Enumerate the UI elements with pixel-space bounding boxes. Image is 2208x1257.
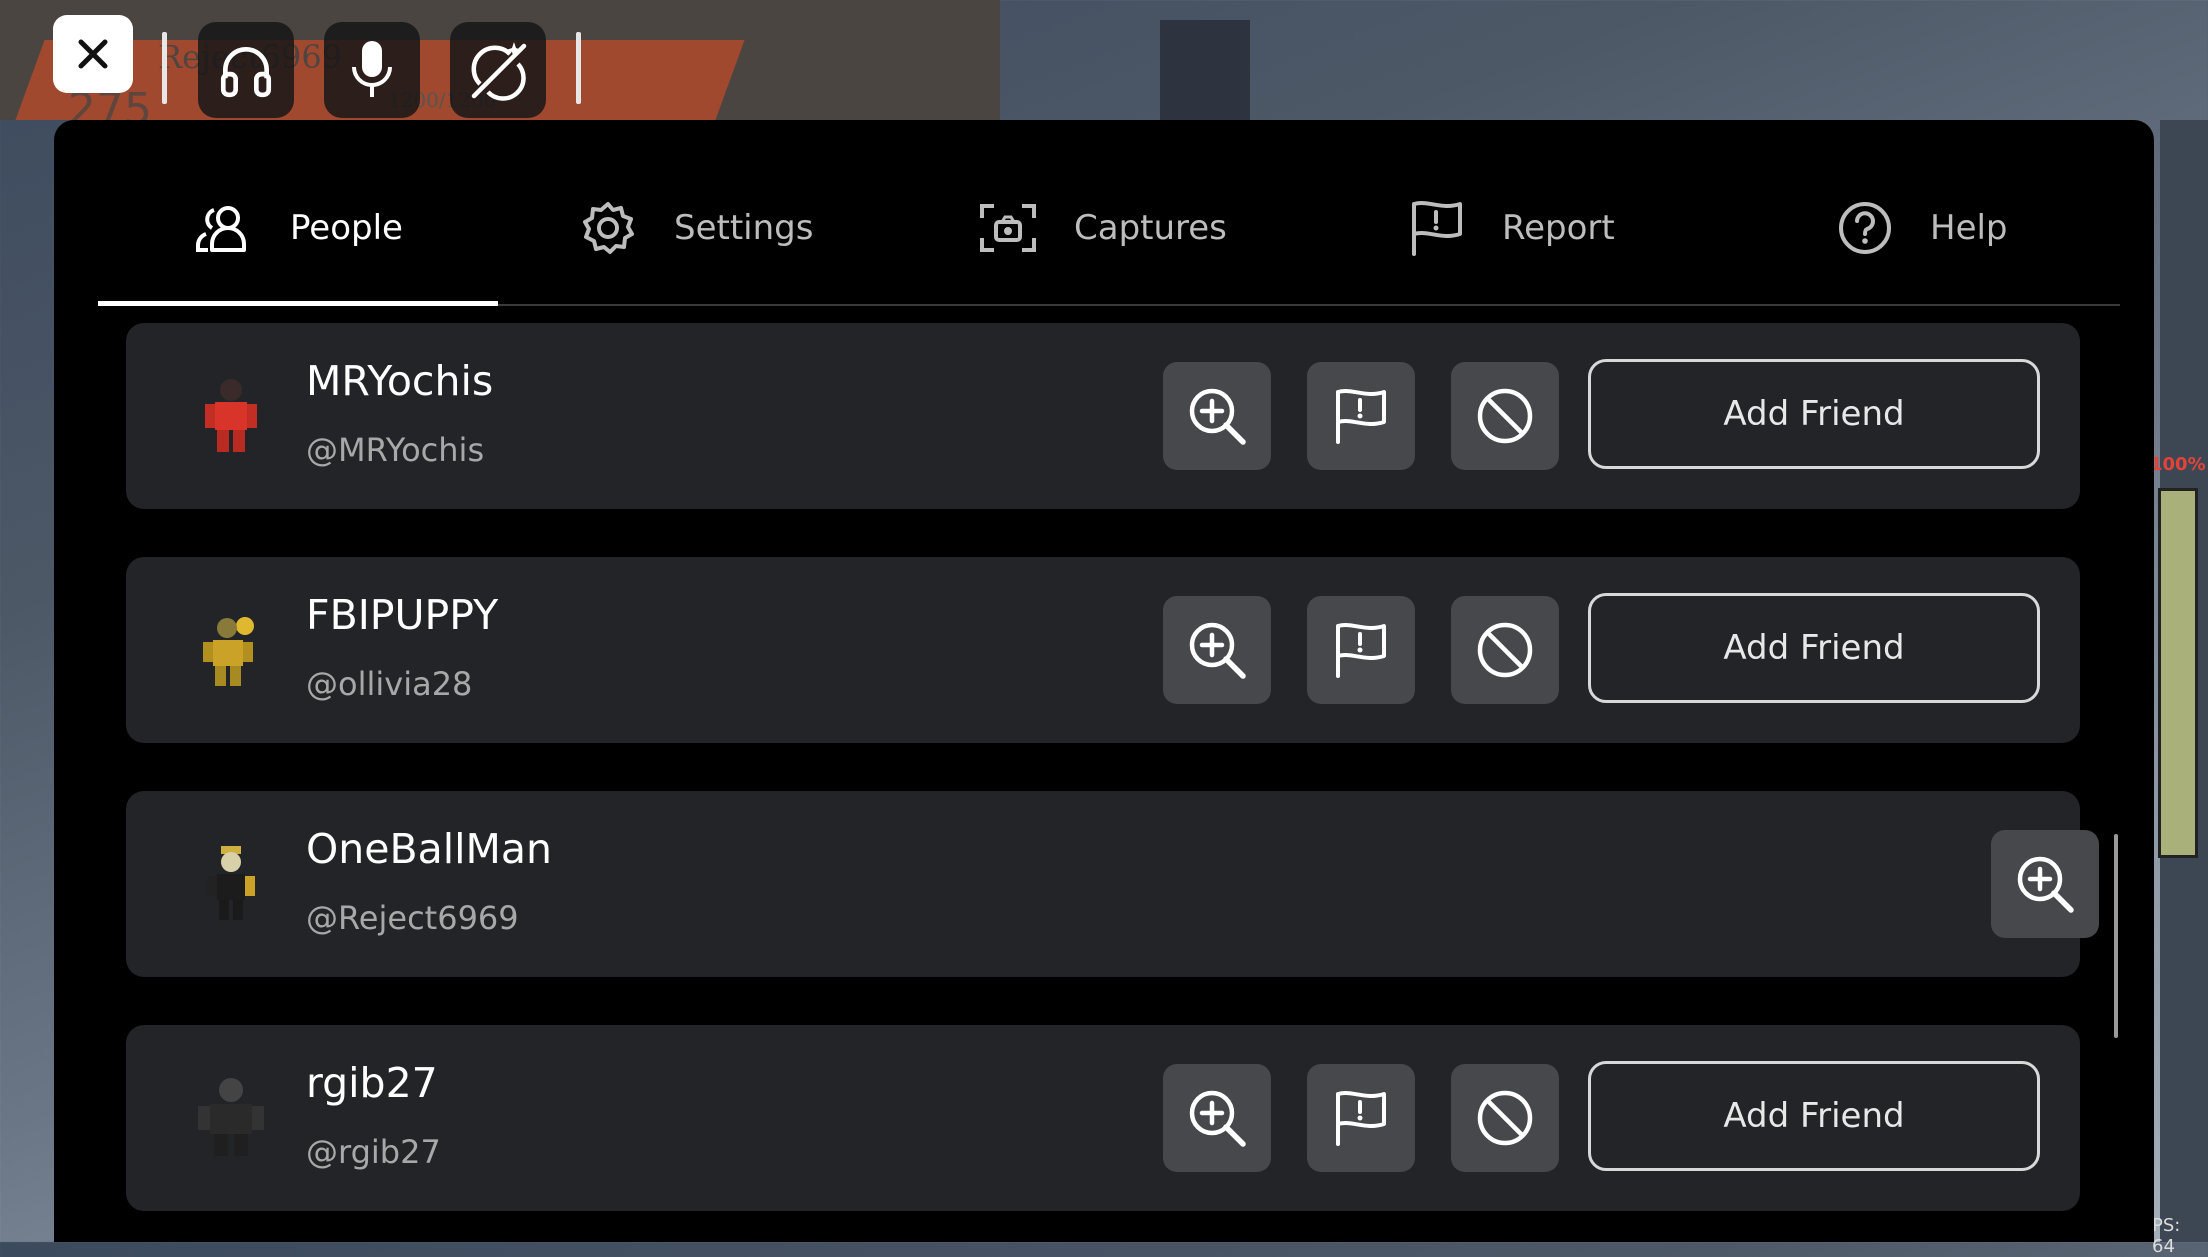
tab-people[interactable]: People [194, 150, 403, 306]
headphones-icon [220, 47, 272, 98]
avatar[interactable] [186, 371, 276, 461]
game-health-percent: 100% [2150, 454, 2206, 475]
people-icon [196, 206, 246, 252]
inspect-button[interactable] [1163, 596, 1271, 704]
inspect-button[interactable] [1163, 362, 1271, 470]
report-player-button[interactable] [1307, 362, 1415, 470]
microphone-button[interactable] [324, 22, 420, 118]
game-fps-label: PS: 64 [2152, 1215, 2181, 1257]
close-icon [78, 39, 108, 69]
help-icon [1839, 202, 1891, 254]
player-username: @rgib27 [306, 1133, 441, 1171]
block-icon [1477, 388, 1533, 444]
inspect-button[interactable] [1163, 1064, 1271, 1172]
player-display-name: rgib27 [306, 1059, 438, 1107]
flag-icon [1412, 201, 1462, 256]
close-button[interactable] [53, 15, 133, 93]
flag-icon [1336, 623, 1386, 678]
gear-icon [583, 202, 634, 254]
menu-panel: People Settings Captures Report Help MRY… [54, 120, 2154, 1242]
zoom-in-icon [2017, 856, 2074, 913]
block-player-button[interactable] [1451, 596, 1559, 704]
tab-people-label: People [290, 208, 403, 248]
player-row-self: OneBallMan @Reject6969 [126, 791, 2099, 977]
tab-captures[interactable]: Captures [980, 150, 1227, 306]
camera-off-icon [471, 42, 527, 101]
player-row: rgib27 @rgib27 Add Friend [126, 1025, 2080, 1211]
active-tab-indicator [98, 301, 498, 306]
add-friend-button[interactable]: Add Friend [1588, 593, 2040, 703]
avatar[interactable] [186, 1073, 276, 1163]
tab-report[interactable]: Report [1410, 150, 1615, 306]
tab-bar: People Settings Captures Report Help [98, 150, 2120, 306]
tab-help[interactable]: Help [1838, 150, 2008, 306]
tab-help-label: Help [1930, 208, 2008, 248]
player-username: @Reject6969 [306, 899, 519, 937]
block-icon [1477, 622, 1533, 678]
avatar[interactable] [186, 605, 276, 695]
camera-toggle-button[interactable] [450, 22, 546, 118]
player-display-name: FBIPUPPY [306, 591, 499, 639]
headphones-button[interactable] [198, 22, 294, 118]
game-health-bar [2158, 488, 2198, 858]
tab-captures-label: Captures [1074, 208, 1227, 248]
flag-icon [1336, 1091, 1386, 1146]
add-friend-button[interactable]: Add Friend [1588, 1061, 2040, 1171]
tab-settings-label: Settings [674, 208, 814, 248]
report-player-button[interactable] [1307, 1064, 1415, 1172]
zoom-in-icon [1189, 1090, 1246, 1147]
zoom-in-icon [1189, 622, 1246, 679]
inspect-button[interactable] [1991, 830, 2099, 938]
zoom-in-icon [1189, 388, 1246, 445]
tab-settings[interactable]: Settings [580, 150, 813, 306]
tab-report-label: Report [1502, 208, 1615, 248]
player-display-name: OneBallMan [306, 825, 552, 873]
game-background-pillar [1160, 20, 1250, 120]
block-icon [1477, 1090, 1533, 1146]
player-username: @MRYochis [306, 431, 485, 469]
capture-icon [980, 204, 1036, 252]
scrollbar[interactable] [2114, 834, 2118, 1038]
add-friend-button[interactable]: Add Friend [1588, 359, 2040, 469]
report-player-button[interactable] [1307, 596, 1415, 704]
topbar-separator [162, 32, 167, 104]
topbar-separator [576, 32, 581, 104]
avatar[interactable] [186, 839, 276, 929]
flag-icon [1336, 389, 1386, 444]
player-display-name: MRYochis [306, 357, 494, 405]
block-player-button[interactable] [1451, 362, 1559, 470]
player-row: MRYochis @MRYochis Add Friend [126, 323, 2080, 509]
player-username: @ollivia28 [306, 665, 473, 703]
player-row: FBIPUPPY @ollivia28 Add Friend [126, 557, 2080, 743]
block-player-button[interactable] [1451, 1064, 1559, 1172]
microphone-icon [352, 41, 392, 97]
